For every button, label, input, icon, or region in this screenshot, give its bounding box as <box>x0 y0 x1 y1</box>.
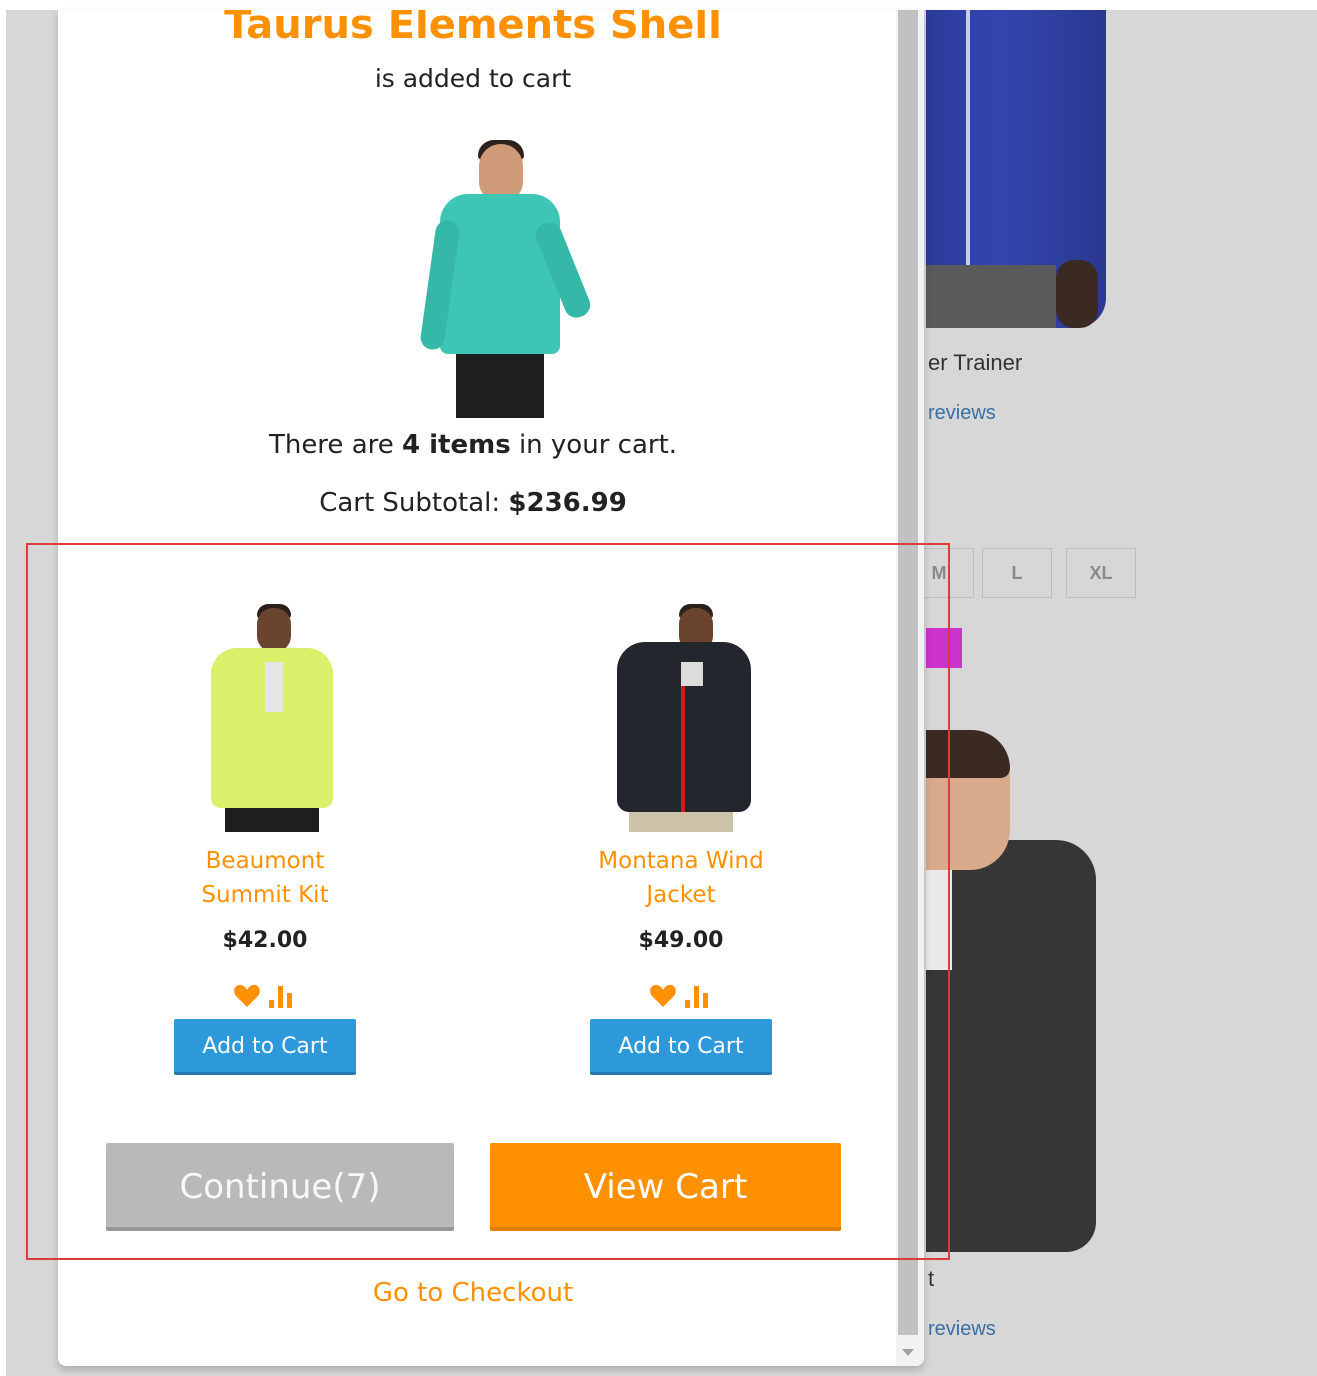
background-product-name[interactable]: er Trainer <box>928 350 1022 376</box>
cart-count-suffix: in your cart. <box>510 430 678 460</box>
scroll-down-arrow-icon[interactable] <box>902 1349 914 1356</box>
background-size-swatch-xl[interactable]: XL <box>1066 548 1136 598</box>
subtotal-value: $236.99 <box>508 488 627 518</box>
background-product-name-bottom[interactable]: t <box>928 1266 934 1292</box>
cart-subtotal: Cart Subtotal: $236.99 <box>58 488 888 518</box>
added-product-image <box>400 128 600 418</box>
go-to-checkout-link[interactable]: Go to Checkout <box>58 1278 888 1308</box>
added-product-title[interactable]: Taurus Elements Shell <box>58 10 888 48</box>
background-reviews-link[interactable]: reviews <box>928 402 996 425</box>
background-product-image-bottom <box>926 730 1106 1252</box>
cart-item-count: There are 4 items in your cart. <box>58 430 888 460</box>
highlight-annotation-box <box>26 543 950 1260</box>
background-reviews-link-bottom[interactable]: reviews <box>928 1318 996 1341</box>
background-size-swatch-l[interactable]: L <box>982 548 1052 598</box>
background-product-image-top <box>926 10 1106 328</box>
cart-count-items: 4 items <box>402 430 511 460</box>
cart-count-prefix: There are <box>268 430 402 460</box>
subtotal-label: Cart Subtotal: <box>319 488 509 518</box>
added-to-cart-message: is added to cart <box>374 64 572 93</box>
